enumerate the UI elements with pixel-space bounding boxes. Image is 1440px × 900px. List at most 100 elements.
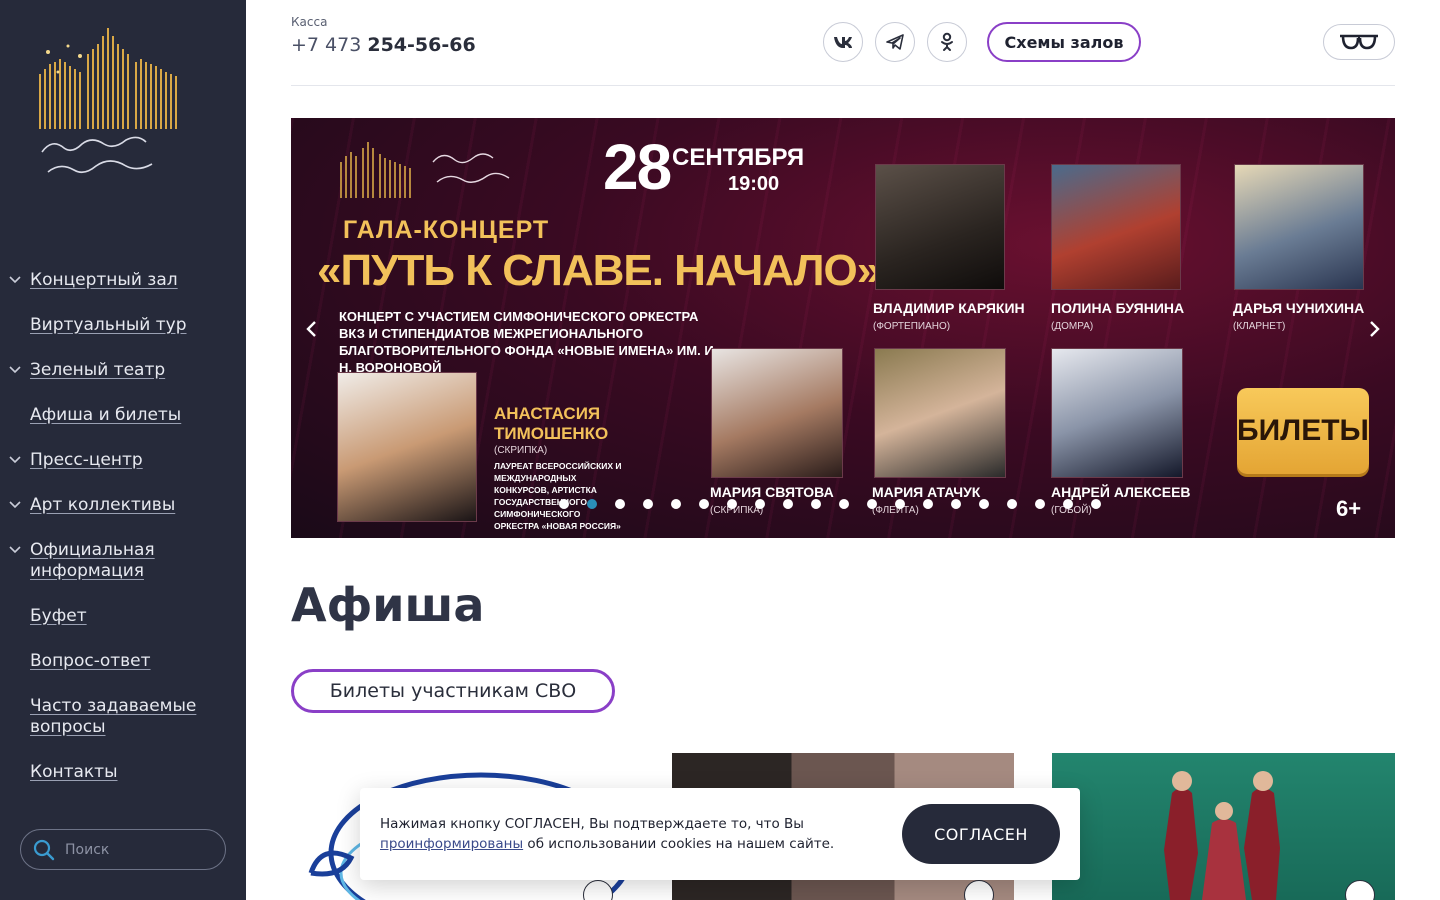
odnoklassniki-button[interactable]	[927, 22, 967, 62]
telegram-icon	[886, 34, 904, 50]
slider-dot[interactable]	[559, 499, 569, 509]
nav-label[interactable]: Арт коллективы	[30, 495, 175, 515]
performer-photo	[874, 348, 1006, 478]
nav-item-green-theatre[interactable]: Зеленый театр	[0, 360, 246, 381]
performer-instrument: (ФОРТЕПИАНО)	[873, 321, 951, 332]
next-slide-button[interactable]	[1359, 314, 1389, 344]
nav-label[interactable]: Афиша и билеты	[30, 405, 181, 425]
performer-photo	[1234, 164, 1364, 290]
search-icon[interactable]	[33, 839, 55, 861]
promo-banner[interactable]: 28 СЕНТЯБРЯ 19:00 ГАЛА-КОНЦЕРТ «ПУТЬ К С…	[291, 118, 1395, 538]
concert-hall-logo[interactable]	[34, 24, 186, 194]
slider-dot[interactable]	[755, 499, 765, 509]
slider-dot[interactable]	[587, 499, 597, 509]
svo-tickets-button[interactable]: Билеты участникам СВО	[291, 669, 615, 713]
nav-label[interactable]: Официальная информация	[30, 540, 155, 581]
slider-dot[interactable]	[839, 499, 849, 509]
slider-dot[interactable]	[1007, 499, 1017, 509]
cookie-info-link[interactable]: проинформированы	[380, 836, 523, 852]
slider-dot[interactable]	[699, 499, 709, 509]
sidebar: Концертный зал Виртуальный тур Зеленый т…	[0, 0, 246, 900]
performer-instrument: (ДОМРА)	[1051, 321, 1094, 332]
chevron-down-icon[interactable]	[8, 363, 22, 377]
nav-item-concert-hall[interactable]: Концертный зал	[0, 270, 246, 291]
nav-label[interactable]: Концертный зал	[30, 270, 178, 290]
nav-item-faq[interactable]: Часто задаваемые вопросы	[0, 696, 246, 738]
main-nav: Концертный зал Виртуальный тур Зеленый т…	[0, 270, 246, 807]
search-input[interactable]	[65, 841, 215, 858]
nav-item-art-collectives[interactable]: Арт коллективы	[0, 495, 246, 516]
banner-tickets-button[interactable]: БИЛЕТЫ	[1237, 388, 1369, 474]
nav-label[interactable]: Пресс-центр	[30, 450, 143, 470]
cookie-consent-banner: Нажимая кнопку СОГЛАСЕН, Вы подтверждает…	[360, 788, 1080, 880]
page-title: Афиша	[291, 578, 485, 632]
chevron-down-icon[interactable]	[8, 273, 22, 287]
slider-dot[interactable]	[923, 499, 933, 509]
performer-name: МАРИЯ СВЯТОВА	[710, 484, 834, 500]
slider-dot[interactable]	[671, 499, 681, 509]
performer-name: АНДРЕЙ АЛЕКСЕЕВ	[1051, 484, 1191, 500]
nav-item-press-center[interactable]: Пресс-центр	[0, 450, 246, 471]
slider-dot[interactable]	[811, 499, 821, 509]
age-rating: 6+	[1336, 496, 1362, 521]
slider-dot[interactable]	[1091, 499, 1101, 509]
nav-label[interactable]: Зеленый театр	[30, 360, 165, 380]
nav-item-qa[interactable]: Вопрос-ответ	[0, 651, 246, 672]
slider-dot[interactable]	[1035, 499, 1045, 509]
slider-dot[interactable]	[867, 499, 877, 509]
odnoklassniki-icon	[941, 32, 953, 51]
nav-item-buffet[interactable]: Буфет	[0, 606, 246, 627]
nav-label[interactable]: Вопрос-ответ	[30, 651, 151, 671]
cookie-text-before: Нажимая кнопку СОГЛАСЕН, Вы подтверждает…	[380, 816, 804, 832]
slider-dot[interactable]	[615, 499, 625, 509]
event-title: «ПУТЬ К СЛАВЕ. НАЧАЛО»	[317, 246, 881, 295]
performer-name: ДАРЬЯ ЧУНИХИНА	[1233, 300, 1365, 316]
chevron-down-icon[interactable]	[8, 543, 22, 557]
nav-label[interactable]: Виртуальный тур	[30, 315, 187, 335]
hall-schemes-button[interactable]: Схемы залов	[987, 22, 1141, 62]
soloist-instrument: (СКРИПКА)	[494, 445, 548, 456]
performer-name: ПОЛИНА БУЯНИНА	[1051, 300, 1185, 316]
slider-dot[interactable]	[895, 499, 905, 509]
chevron-down-icon[interactable]	[8, 498, 22, 512]
top-header: Касса +7 473 254-56-66 Схемы залов	[291, 0, 1395, 86]
cookie-text-after: об использовании cookies на нашем сайте.	[523, 836, 835, 852]
slider-dot[interactable]	[727, 499, 737, 509]
soloist-name: АНАСТАСИЯ ТИМОШЕНКО	[494, 404, 608, 444]
slider-dot[interactable]	[979, 499, 989, 509]
nav-item-afisha-tickets[interactable]: Афиша и билеты	[0, 405, 246, 426]
cookie-agree-button[interactable]: СОГЛАСЕН	[902, 804, 1060, 864]
soloist-description: ЛАУРЕАТ ВСЕРОССИЙСКИХ И МЕЖДУНАРОДНЫХ КО…	[494, 461, 622, 531]
search-box[interactable]	[20, 829, 226, 870]
telegram-button[interactable]	[875, 22, 915, 62]
nav-label[interactable]: Буфет	[30, 606, 87, 626]
performer-photo	[875, 164, 1005, 290]
accessibility-button[interactable]	[1323, 24, 1395, 60]
chevron-right-icon	[1370, 321, 1380, 337]
prev-slide-button[interactable]	[297, 314, 327, 344]
soloist-first-name: АНАСТАСИЯ	[494, 404, 601, 423]
nav-item-official-info[interactable]: Официальная информация	[0, 540, 246, 582]
performer-photo	[711, 348, 843, 478]
vk-button[interactable]	[823, 22, 863, 62]
chevron-down-icon[interactable]	[8, 453, 22, 467]
event-month: СЕНТЯБРЯ	[672, 144, 805, 171]
nav-item-contacts[interactable]: Контакты	[0, 762, 246, 783]
slider-dot[interactable]	[1063, 499, 1073, 509]
nav-label[interactable]: Часто задаваемые вопросы	[30, 696, 196, 737]
slider-dot[interactable]	[783, 499, 793, 509]
performer-instrument: (КЛАРНЕТ)	[1233, 321, 1286, 332]
vk-icon	[834, 37, 852, 48]
cookie-text: Нажимая кнопку СОГЛАСЕН, Вы подтверждает…	[380, 814, 860, 854]
soloist-last-name: ТИМОШЕНКО	[494, 424, 609, 443]
event-day: 28	[603, 131, 672, 203]
favorite-button[interactable]	[964, 880, 994, 900]
slider-dot[interactable]	[951, 499, 961, 509]
nav-label[interactable]: Контакты	[30, 762, 118, 782]
slider-pagination	[559, 499, 1101, 509]
event-description: КОНЦЕРТ С УЧАСТИЕМ СИМФОНИЧЕСКОГО ОРКЕСТ…	[339, 309, 718, 375]
event-card[interactable]	[1052, 753, 1395, 900]
slider-dot[interactable]	[643, 499, 653, 509]
box-office-phone[interactable]: +7 473 254-56-66	[291, 34, 476, 56]
nav-item-virtual-tour[interactable]: Виртуальный тур	[0, 315, 246, 336]
